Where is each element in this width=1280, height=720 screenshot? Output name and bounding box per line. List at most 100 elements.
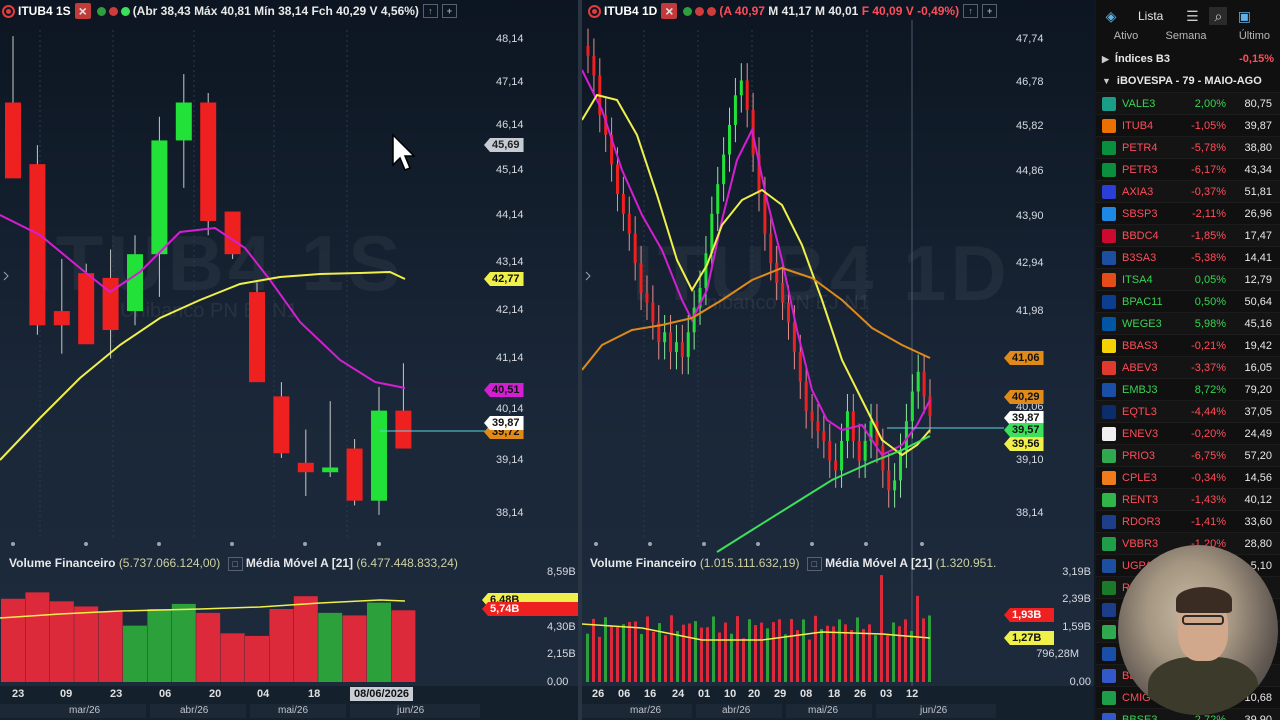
watchlist-row[interactable]: ABEV3 -3,37% 16,05	[1096, 356, 1280, 378]
watchlist-row[interactable]: WEGE3 5,98% 45,16	[1096, 312, 1280, 334]
company-logo-icon	[1102, 690, 1116, 705]
candle-body	[775, 263, 779, 283]
status-dot-icon	[120, 6, 130, 16]
ma-orange-price-tag: 41,06	[1004, 351, 1044, 365]
watchlist-row[interactable]: RDOR3 -1,41% 33,60	[1096, 510, 1280, 532]
watchlist-row[interactable]: BBDC4 -1,85% 17,47	[1096, 224, 1280, 246]
record-icon[interactable]	[588, 4, 601, 18]
company-logo-icon	[1102, 118, 1116, 133]
watchlist-row[interactable]: ENEV3 -0,20% 24,49	[1096, 422, 1280, 444]
watchlist-row[interactable]: BBAS3 -0,21% 19,42	[1096, 334, 1280, 356]
time-axis-month-label: jun/26	[920, 705, 948, 716]
daily-chart-panel[interactable]: ITUB4 1D Unibanco PN EJ N1 ITUB4 1D × (A…	[582, 0, 1094, 720]
volume-tick-label: 796,28M	[1036, 648, 1079, 660]
volume-bar	[610, 625, 613, 682]
expand-icon[interactable]: ↑	[963, 4, 979, 18]
watchlist-row[interactable]: ITSA4 0,05% 12,79	[1096, 268, 1280, 290]
ma-magenta-price-tag: 40,51	[484, 383, 524, 397]
ticker-symbol: CPLE3	[1122, 471, 1157, 484]
volume-bar	[874, 635, 877, 682]
watchlist-row[interactable]: VALE3 2,00% 80,75	[1096, 92, 1280, 114]
expand-icon[interactable]: ↑	[422, 4, 438, 18]
candle-body	[592, 55, 596, 76]
close-icon[interactable]: ×	[661, 3, 678, 19]
volume-bar	[880, 575, 883, 682]
ticker-symbol: BPAC11	[1122, 295, 1163, 308]
company-logo-icon	[1102, 712, 1116, 720]
record-icon[interactable]	[2, 4, 15, 18]
add-icon[interactable]: +	[441, 4, 457, 18]
candle-body	[175, 102, 192, 141]
price-tick-label: 38,14	[1016, 507, 1044, 519]
time-axis-day-label: 12	[906, 688, 919, 700]
time-axis-day-label: 18	[828, 688, 841, 700]
list-icon[interactable]: ☰	[1183, 7, 1201, 25]
section-indices-b3[interactable]: ▶ Índices B3 -0,15%	[1096, 48, 1280, 70]
candle-body	[857, 440, 861, 461]
last-price: 17,47	[1244, 229, 1272, 242]
close-icon[interactable]: ×	[74, 3, 91, 19]
volume-bar	[790, 618, 793, 682]
weekly-change: -6,75%	[1191, 449, 1226, 462]
section-ibovespa[interactable]: ▼ iBOVESPA - 79 - MAIO-AGO	[1096, 70, 1280, 92]
webcam-overlay	[1118, 545, 1278, 715]
axis-dot	[864, 542, 868, 546]
watchlist-row[interactable]: CPLE3 -0,34% 14,56	[1096, 466, 1280, 488]
company-logo-icon	[1102, 448, 1116, 463]
weekly-chart-panel[interactable]: ITUB4 1S Unibanco PN EJ N1 ITUB4 1S × (A…	[0, 0, 578, 720]
time-axis-day-label: 29	[774, 688, 787, 700]
candle-body	[704, 253, 708, 288]
lista-button[interactable]: Lista	[1138, 9, 1163, 23]
column-semana[interactable]: Semana	[1156, 30, 1216, 44]
time-axis-day-label: 10	[724, 688, 737, 700]
watchlist-row[interactable]: EQTL3 -4,44% 37,05	[1096, 400, 1280, 422]
candle-body	[645, 292, 649, 303]
last-price: 16,05	[1244, 361, 1272, 374]
volume-bar	[700, 627, 703, 682]
settings-icon[interactable]: □	[806, 557, 822, 571]
ticker-tab-label[interactable]: ITUB4 1D	[604, 4, 661, 18]
candle-body	[804, 381, 808, 412]
volume-bar	[171, 603, 196, 682]
watchlist-row[interactable]: PRIO3 -6,75% 57,20	[1096, 444, 1280, 466]
candle-body	[200, 102, 217, 222]
candle-body	[910, 391, 914, 422]
search-icon[interactable]: ⌕	[1209, 7, 1228, 25]
watchlist-row[interactable]: AXIA3 -0,37% 51,81	[1096, 180, 1280, 202]
company-logo-icon	[1102, 470, 1116, 485]
ticker-symbol: RENT3	[1122, 493, 1159, 506]
last-price: 26,96	[1244, 207, 1272, 220]
ticker-tab-label[interactable]: ITUB4 1S	[18, 4, 75, 18]
watchlist-row[interactable]: PETR4 -5,78% 38,80	[1096, 136, 1280, 158]
time-axis-day-label: 24	[672, 688, 685, 700]
watchlist-row[interactable]: BPAC11 0,50% 50,64	[1096, 290, 1280, 312]
watchlist-row[interactable]: EMBJ3 8,72% 79,20	[1096, 378, 1280, 400]
volume-bar	[712, 616, 715, 682]
watchlist-row[interactable]: SBSP3 -2,11% 26,96	[1096, 202, 1280, 224]
webcam-person	[1182, 615, 1224, 625]
palette-icon[interactable]: ◈	[1102, 7, 1120, 25]
watchlist-row[interactable]: ITUB4 -1,05% 39,87	[1096, 114, 1280, 136]
ticker-symbol: EQTL3	[1122, 405, 1157, 418]
ma-yellow-price-tag: 39,56	[1004, 437, 1044, 451]
candle-body	[733, 95, 737, 125]
monitor-icon[interactable]: ▣	[1235, 7, 1253, 25]
watchlist-row[interactable]: PETR3 -6,17% 43,34	[1096, 158, 1280, 180]
weekly-change: -1,05%	[1191, 119, 1226, 132]
volume-bar	[754, 625, 757, 682]
time-axis-day-label: 23	[110, 688, 123, 700]
column-ultimo[interactable]: Último	[1216, 30, 1276, 44]
status-dot-icon	[695, 6, 705, 16]
watchlist-row[interactable]: RENT3 -1,43% 40,12	[1096, 488, 1280, 510]
price-tick-label: 38,14	[496, 507, 524, 519]
chevron-down-icon: ▼	[1102, 76, 1111, 86]
candle-body	[893, 480, 897, 491]
candle-body	[102, 277, 119, 331]
watchlist-row[interactable]: B3SA3 -5,38% 14,41	[1096, 246, 1280, 268]
ma-yellow-line	[0, 270, 406, 461]
column-ativo[interactable]: Ativo	[1096, 30, 1156, 44]
add-icon[interactable]: +	[982, 4, 998, 18]
candle-body	[840, 440, 844, 471]
settings-icon[interactable]: □	[227, 557, 243, 571]
weekly-change: 2,00%	[1194, 97, 1226, 110]
